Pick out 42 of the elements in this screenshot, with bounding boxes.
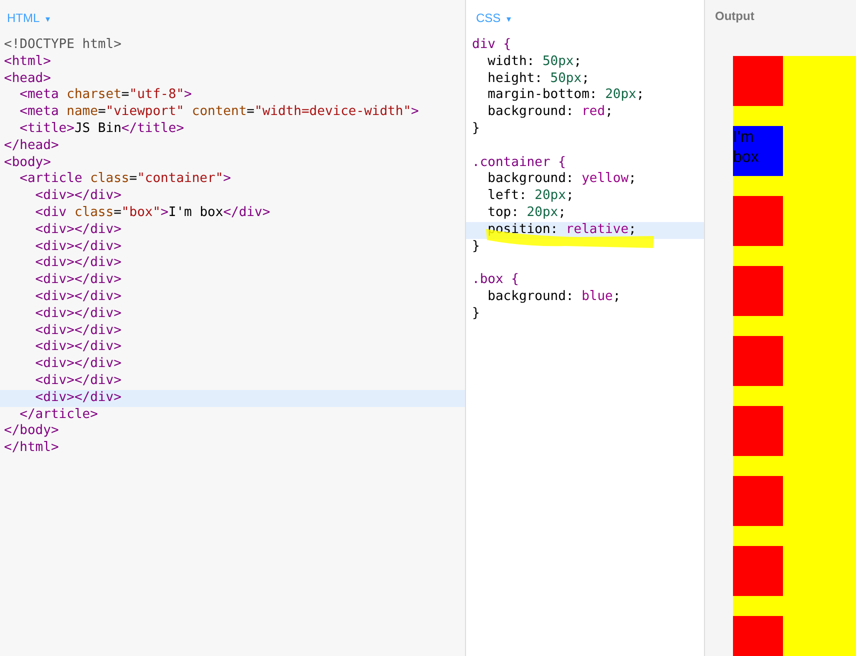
code-line: </article> [18, 406, 98, 424]
code-line: background: red; [486, 104, 613, 121]
code-line: margin-bottom: 20px; [486, 87, 644, 104]
code-line: <!DOCTYPE html> [3, 37, 122, 54]
code-line: } [471, 120, 480, 138]
code-line: .container { [471, 154, 566, 172]
code-line: </body> [3, 423, 59, 440]
code-line: <div></div> [34, 306, 122, 323]
box-label: I'm box [733, 129, 759, 166]
code-line: <div></div> [34, 339, 122, 356]
code-line: </head> [3, 138, 59, 155]
code-line: width: 50px; [486, 54, 582, 71]
code-line: top: 20px; [486, 204, 566, 222]
code-line: .box { [471, 272, 519, 289]
code-line: <div></div> [34, 288, 122, 306]
code-line: <article class="container"> [18, 171, 231, 188]
code-line: } [471, 306, 480, 323]
code-line: <div></div> [34, 238, 122, 256]
code-line: height: 50px; [486, 70, 590, 88]
code-line: <div></div> [34, 372, 122, 390]
code-line: <body> [3, 154, 51, 172]
code-line: </html> [3, 440, 59, 457]
code-line: <meta name="viewport" content="width=device-width"> [18, 104, 419, 121]
css-panel-tab[interactable]: CSS ▾ [476, 9, 512, 27]
output-panel-title: Output [715, 8, 754, 24]
code-line: <div></div> [34, 356, 122, 373]
code-line: <title>JS Bin</title> [18, 120, 184, 138]
code-line: <div></div> [34, 272, 122, 289]
code-line: <div></div> [34, 222, 122, 239]
code-line: <div></div> [34, 188, 122, 205]
code-line: div { [471, 37, 512, 54]
code-line: <meta charset="utf-8"> [18, 87, 192, 104]
code-line: } [471, 238, 480, 256]
code-line: <div></div> [34, 322, 122, 340]
code-line: <div class="box">I'm box</div> [34, 204, 270, 222]
code-line: background: yellow; [486, 171, 636, 188]
code-line: <head> [3, 70, 51, 88]
code-line: background: blue; [486, 288, 621, 306]
code-line: <html> [3, 54, 51, 71]
code-line: left: 20px; [486, 188, 574, 205]
code-line: <div></div> [34, 255, 122, 272]
html-panel-tab[interactable]: HTML ▾ [7, 9, 51, 27]
